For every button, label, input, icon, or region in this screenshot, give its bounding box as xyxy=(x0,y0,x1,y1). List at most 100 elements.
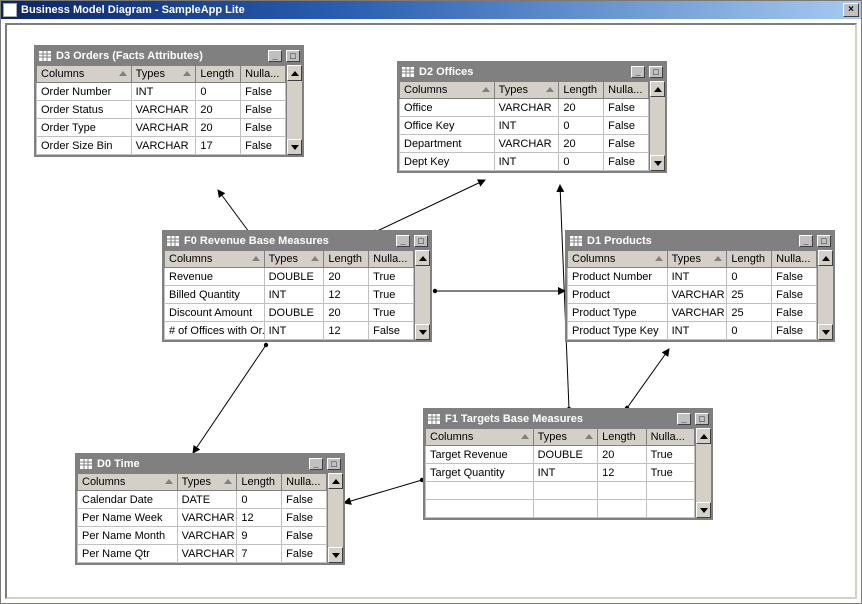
table-row[interactable]: Per Name QtrVARCHAR7False xyxy=(78,545,327,563)
entity-header[interactable]: D2 Offices _ □ xyxy=(399,63,665,81)
minimize-button[interactable]: _ xyxy=(396,235,410,247)
entity-f1-targets[interactable]: F1 Targets Base Measures _ □ Columns Typ… xyxy=(423,408,713,520)
table-row[interactable]: Per Name WeekVARCHAR12False xyxy=(78,509,327,527)
scroll-down-button[interactable] xyxy=(818,324,833,340)
entity-table: Columns Types Length Nulla... OfficeVARC… xyxy=(399,81,649,171)
table-row[interactable] xyxy=(426,482,695,500)
scroll-down-button[interactable] xyxy=(696,502,711,518)
col-header-length[interactable]: Length xyxy=(598,429,646,446)
scrollbar[interactable] xyxy=(817,250,833,340)
table-row[interactable]: Billed QuantityINT12True xyxy=(165,286,414,304)
table-row[interactable]: Order StatusVARCHAR20False xyxy=(37,101,286,119)
scrollbar[interactable] xyxy=(649,81,665,171)
diagram-canvas[interactable]: D3 Orders (Facts Attributes) _ □ Columns… xyxy=(5,23,857,599)
col-header-nullable[interactable]: Nulla... xyxy=(604,82,649,99)
entity-table: Columns Types Length Nulla... Target Rev… xyxy=(425,428,695,518)
entity-header[interactable]: D3 Orders (Facts Attributes) _ □ xyxy=(36,47,302,65)
table-row[interactable]: Product TypeVARCHAR25False xyxy=(568,304,817,322)
maximize-button[interactable]: □ xyxy=(327,458,341,470)
table-row[interactable]: Discount AmountDOUBLE20True xyxy=(165,304,414,322)
table-row[interactable]: Product NumberINT0False xyxy=(568,268,817,286)
app-icon xyxy=(3,3,17,17)
minimize-button[interactable]: _ xyxy=(309,458,323,470)
col-header-columns[interactable]: Columns xyxy=(400,82,495,99)
titlebar[interactable]: Business Model Diagram - SampleApp Lite … xyxy=(1,1,861,19)
table-row[interactable]: ProductVARCHAR25False xyxy=(568,286,817,304)
scroll-up-button[interactable] xyxy=(328,473,343,489)
table-row[interactable]: Product Type KeyINT0False xyxy=(568,322,817,340)
col-header-nullable[interactable]: Nulla... xyxy=(772,251,817,268)
scrollbar[interactable] xyxy=(327,473,343,563)
minimize-button[interactable]: _ xyxy=(799,235,813,247)
col-header-nullable[interactable]: Nulla... xyxy=(646,429,694,446)
col-header-types[interactable]: Types xyxy=(494,82,559,99)
entity-d3-orders[interactable]: D3 Orders (Facts Attributes) _ □ Columns… xyxy=(34,45,304,157)
maximize-button[interactable]: □ xyxy=(695,413,709,425)
minimize-button[interactable]: _ xyxy=(268,50,282,62)
table-row[interactable]: Target RevenueDOUBLE20True xyxy=(426,446,695,464)
sort-icon xyxy=(224,479,232,484)
table-row[interactable]: Per Name MonthVARCHAR9False xyxy=(78,527,327,545)
table-row[interactable]: RevenueDOUBLE20True xyxy=(165,268,414,286)
table-row[interactable]: Calendar DateDATE0False xyxy=(78,491,327,509)
table-row[interactable]: Office KeyINT0False xyxy=(400,117,649,135)
close-button[interactable]: × xyxy=(843,3,859,17)
col-header-nullable[interactable]: Nulla... xyxy=(241,66,286,83)
entity-d2-offices[interactable]: D2 Offices _ □ Columns Types Length Null… xyxy=(397,61,667,173)
minimize-button[interactable]: _ xyxy=(677,413,691,425)
table-icon xyxy=(427,413,441,425)
table-row[interactable]: DepartmentVARCHAR20False xyxy=(400,135,649,153)
scroll-up-button[interactable] xyxy=(287,65,302,81)
col-header-length[interactable]: Length xyxy=(237,474,282,491)
scrollbar[interactable] xyxy=(414,250,430,340)
entity-d0-time[interactable]: D0 Time _ □ Columns Types Length Nulla..… xyxy=(75,453,345,565)
col-header-length[interactable]: Length xyxy=(559,82,604,99)
col-header-length[interactable]: Length xyxy=(727,251,772,268)
table-row[interactable] xyxy=(426,500,695,518)
scroll-up-button[interactable] xyxy=(415,250,430,266)
table-row[interactable]: Target QuantityINT12True xyxy=(426,464,695,482)
scroll-down-button[interactable] xyxy=(328,547,343,563)
entity-d1-products[interactable]: D1 Products _ □ Columns Types Length Nul… xyxy=(565,230,835,342)
col-header-types[interactable]: Types xyxy=(177,474,237,491)
col-header-columns[interactable]: Columns xyxy=(568,251,668,268)
maximize-button[interactable]: □ xyxy=(414,235,428,247)
table-row[interactable]: Order TypeVARCHAR20False xyxy=(37,119,286,137)
col-header-length[interactable]: Length xyxy=(196,66,241,83)
scroll-down-button[interactable] xyxy=(415,324,430,340)
maximize-button[interactable]: □ xyxy=(286,50,300,62)
entity-header[interactable]: D1 Products _ □ xyxy=(567,232,833,250)
table-row[interactable]: OfficeVARCHAR20False xyxy=(400,99,649,117)
entity-header[interactable]: F1 Targets Base Measures _ □ xyxy=(425,410,711,428)
table-row[interactable]: Order NumberINT0False xyxy=(37,83,286,101)
scroll-up-button[interactable] xyxy=(696,428,711,444)
col-header-length[interactable]: Length xyxy=(324,251,369,268)
scroll-up-button[interactable] xyxy=(650,81,665,97)
scrollbar[interactable] xyxy=(695,428,711,518)
table-icon xyxy=(166,235,180,247)
col-header-types[interactable]: Types xyxy=(533,429,598,446)
col-header-columns[interactable]: Columns xyxy=(37,66,132,83)
maximize-button[interactable]: □ xyxy=(817,235,831,247)
scrollbar[interactable] xyxy=(286,65,302,155)
col-header-columns[interactable]: Columns xyxy=(165,251,265,268)
col-header-types[interactable]: Types xyxy=(264,251,324,268)
sort-icon xyxy=(119,71,127,76)
entity-header[interactable]: F0 Revenue Base Measures _ □ xyxy=(164,232,430,250)
table-row[interactable]: Order Size BinVARCHAR17False xyxy=(37,137,286,155)
scroll-down-button[interactable] xyxy=(287,139,302,155)
table-row[interactable]: Dept KeyINT0False xyxy=(400,153,649,171)
col-header-types[interactable]: Types xyxy=(667,251,727,268)
col-header-columns[interactable]: Columns xyxy=(78,474,178,491)
maximize-button[interactable]: □ xyxy=(649,66,663,78)
col-header-types[interactable]: Types xyxy=(131,66,196,83)
col-header-nullable[interactable]: Nulla... xyxy=(369,251,414,268)
col-header-nullable[interactable]: Nulla... xyxy=(282,474,327,491)
scroll-up-button[interactable] xyxy=(818,250,833,266)
entity-header[interactable]: D0 Time _ □ xyxy=(77,455,343,473)
table-row[interactable]: # of Offices with Or...INT12False xyxy=(165,322,414,340)
minimize-button[interactable]: _ xyxy=(631,66,645,78)
entity-f0-revenue[interactable]: F0 Revenue Base Measures _ □ Columns Typ… xyxy=(162,230,432,342)
col-header-columns[interactable]: Columns xyxy=(426,429,534,446)
scroll-down-button[interactable] xyxy=(650,155,665,171)
